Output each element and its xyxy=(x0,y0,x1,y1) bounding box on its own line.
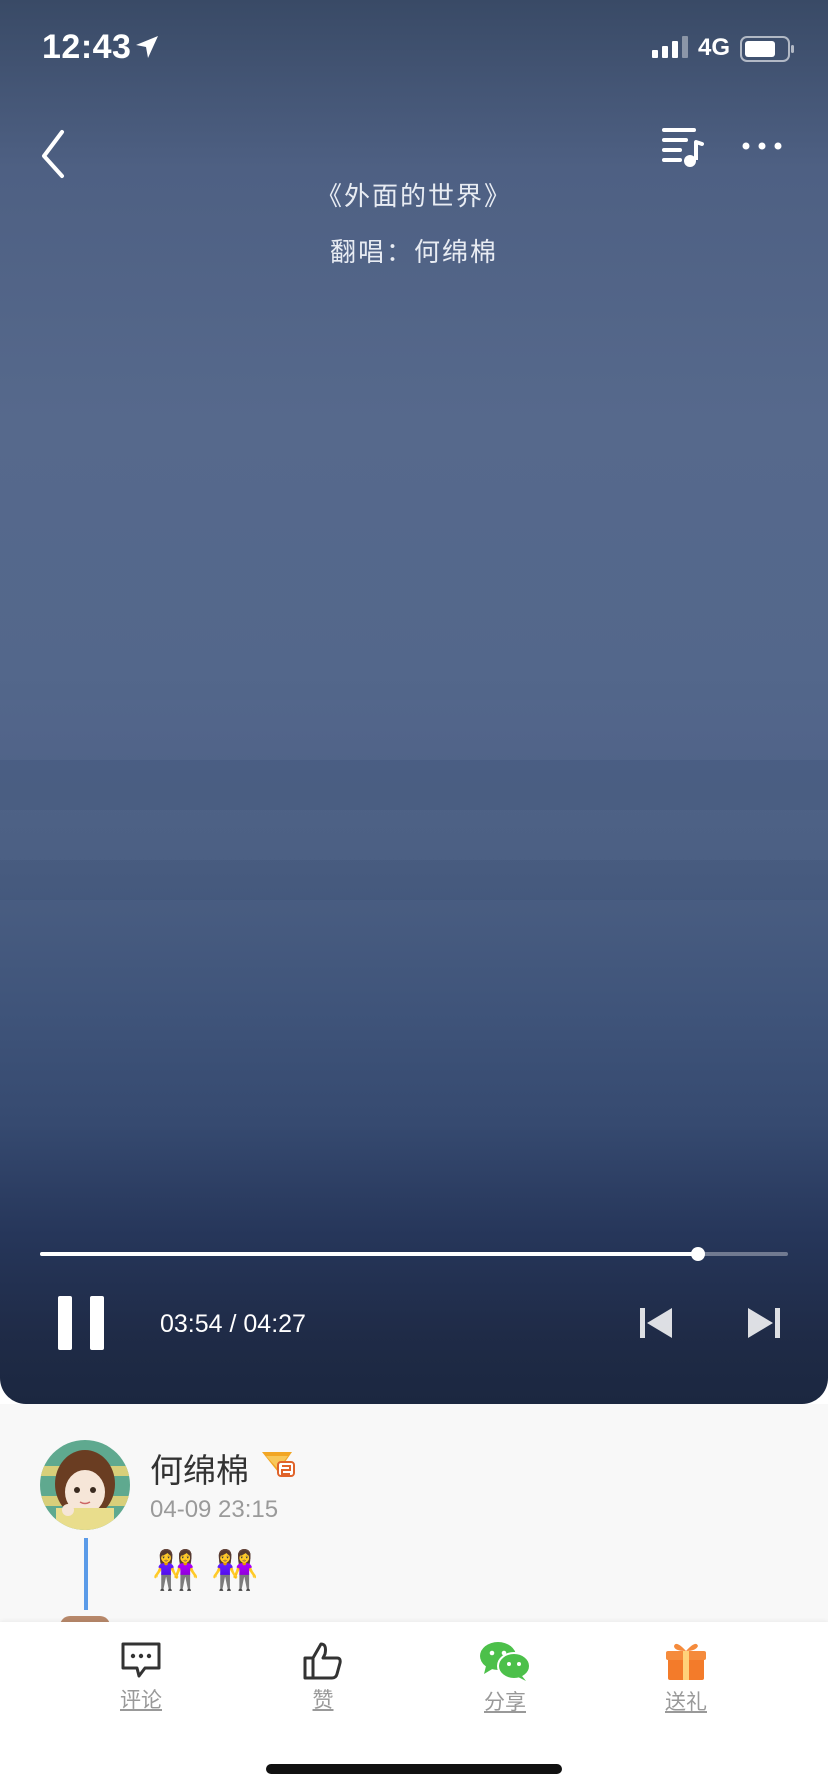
like-label: 赞 xyxy=(312,1689,334,1712)
bottom-action-bar: 评论 赞 分享 送礼 xyxy=(0,1622,828,1792)
post-content: 👭 👭 xyxy=(152,1548,259,1592)
location-arrow-icon xyxy=(134,34,160,65)
progress-fill xyxy=(40,1252,699,1256)
pause-button[interactable] xyxy=(56,1296,106,1350)
signal-bars-icon xyxy=(652,36,690,63)
sea-band xyxy=(0,760,828,810)
avatar[interactable] xyxy=(40,1440,130,1530)
gift-button[interactable]: 送礼 xyxy=(616,1640,756,1716)
post-timestamp: 04-09 23:15 xyxy=(150,1496,279,1523)
home-indicator[interactable] xyxy=(266,1764,562,1774)
thread-line xyxy=(84,1538,88,1610)
network-type: 4G xyxy=(698,34,731,61)
wechat-icon xyxy=(480,1642,531,1681)
comment-label: 评论 xyxy=(120,1689,162,1712)
music-player: 12:43 4G 《外面的世界》 翻唱：何绵棉 03:54 / 04:27 xyxy=(0,0,828,1404)
next-icon[interactable] xyxy=(746,1306,782,1345)
back-icon[interactable] xyxy=(34,120,74,180)
more-icon[interactable] xyxy=(740,124,784,173)
pause-icon xyxy=(90,1296,104,1350)
share-button[interactable]: 分享 xyxy=(435,1640,575,1716)
playlist-icon[interactable] xyxy=(660,124,704,173)
like-icon xyxy=(303,1642,342,1680)
playback-time: 03:54 / 04:27 xyxy=(160,1310,306,1338)
progress-thumb[interactable] xyxy=(691,1247,706,1261)
like-button[interactable]: 赞 xyxy=(253,1640,393,1714)
user-name[interactable]: 何绵棉 xyxy=(150,1444,249,1492)
status-bar: 12:43 4G xyxy=(0,0,828,100)
comment-icon xyxy=(121,1642,161,1678)
progress-bar[interactable] xyxy=(40,1247,788,1261)
gift-label: 送礼 xyxy=(665,1691,707,1714)
gift-icon xyxy=(666,1643,706,1680)
sea-band xyxy=(0,860,828,900)
pause-icon xyxy=(58,1296,72,1350)
previous-icon[interactable] xyxy=(638,1306,674,1345)
song-title: 《外面的世界》 xyxy=(315,182,512,212)
comment-button[interactable]: 评论 xyxy=(71,1640,211,1714)
sea-horizon-band xyxy=(0,700,828,760)
share-label: 分享 xyxy=(484,1691,526,1714)
song-singer: 翻唱：何绵棉 xyxy=(329,238,498,268)
battery-icon xyxy=(740,36,796,67)
post-section: 何绵棉 04-09 23:15 👭 👭 xyxy=(0,1404,828,1626)
level-badge-icon xyxy=(262,1450,296,1483)
status-time: 12:43 xyxy=(42,28,132,66)
